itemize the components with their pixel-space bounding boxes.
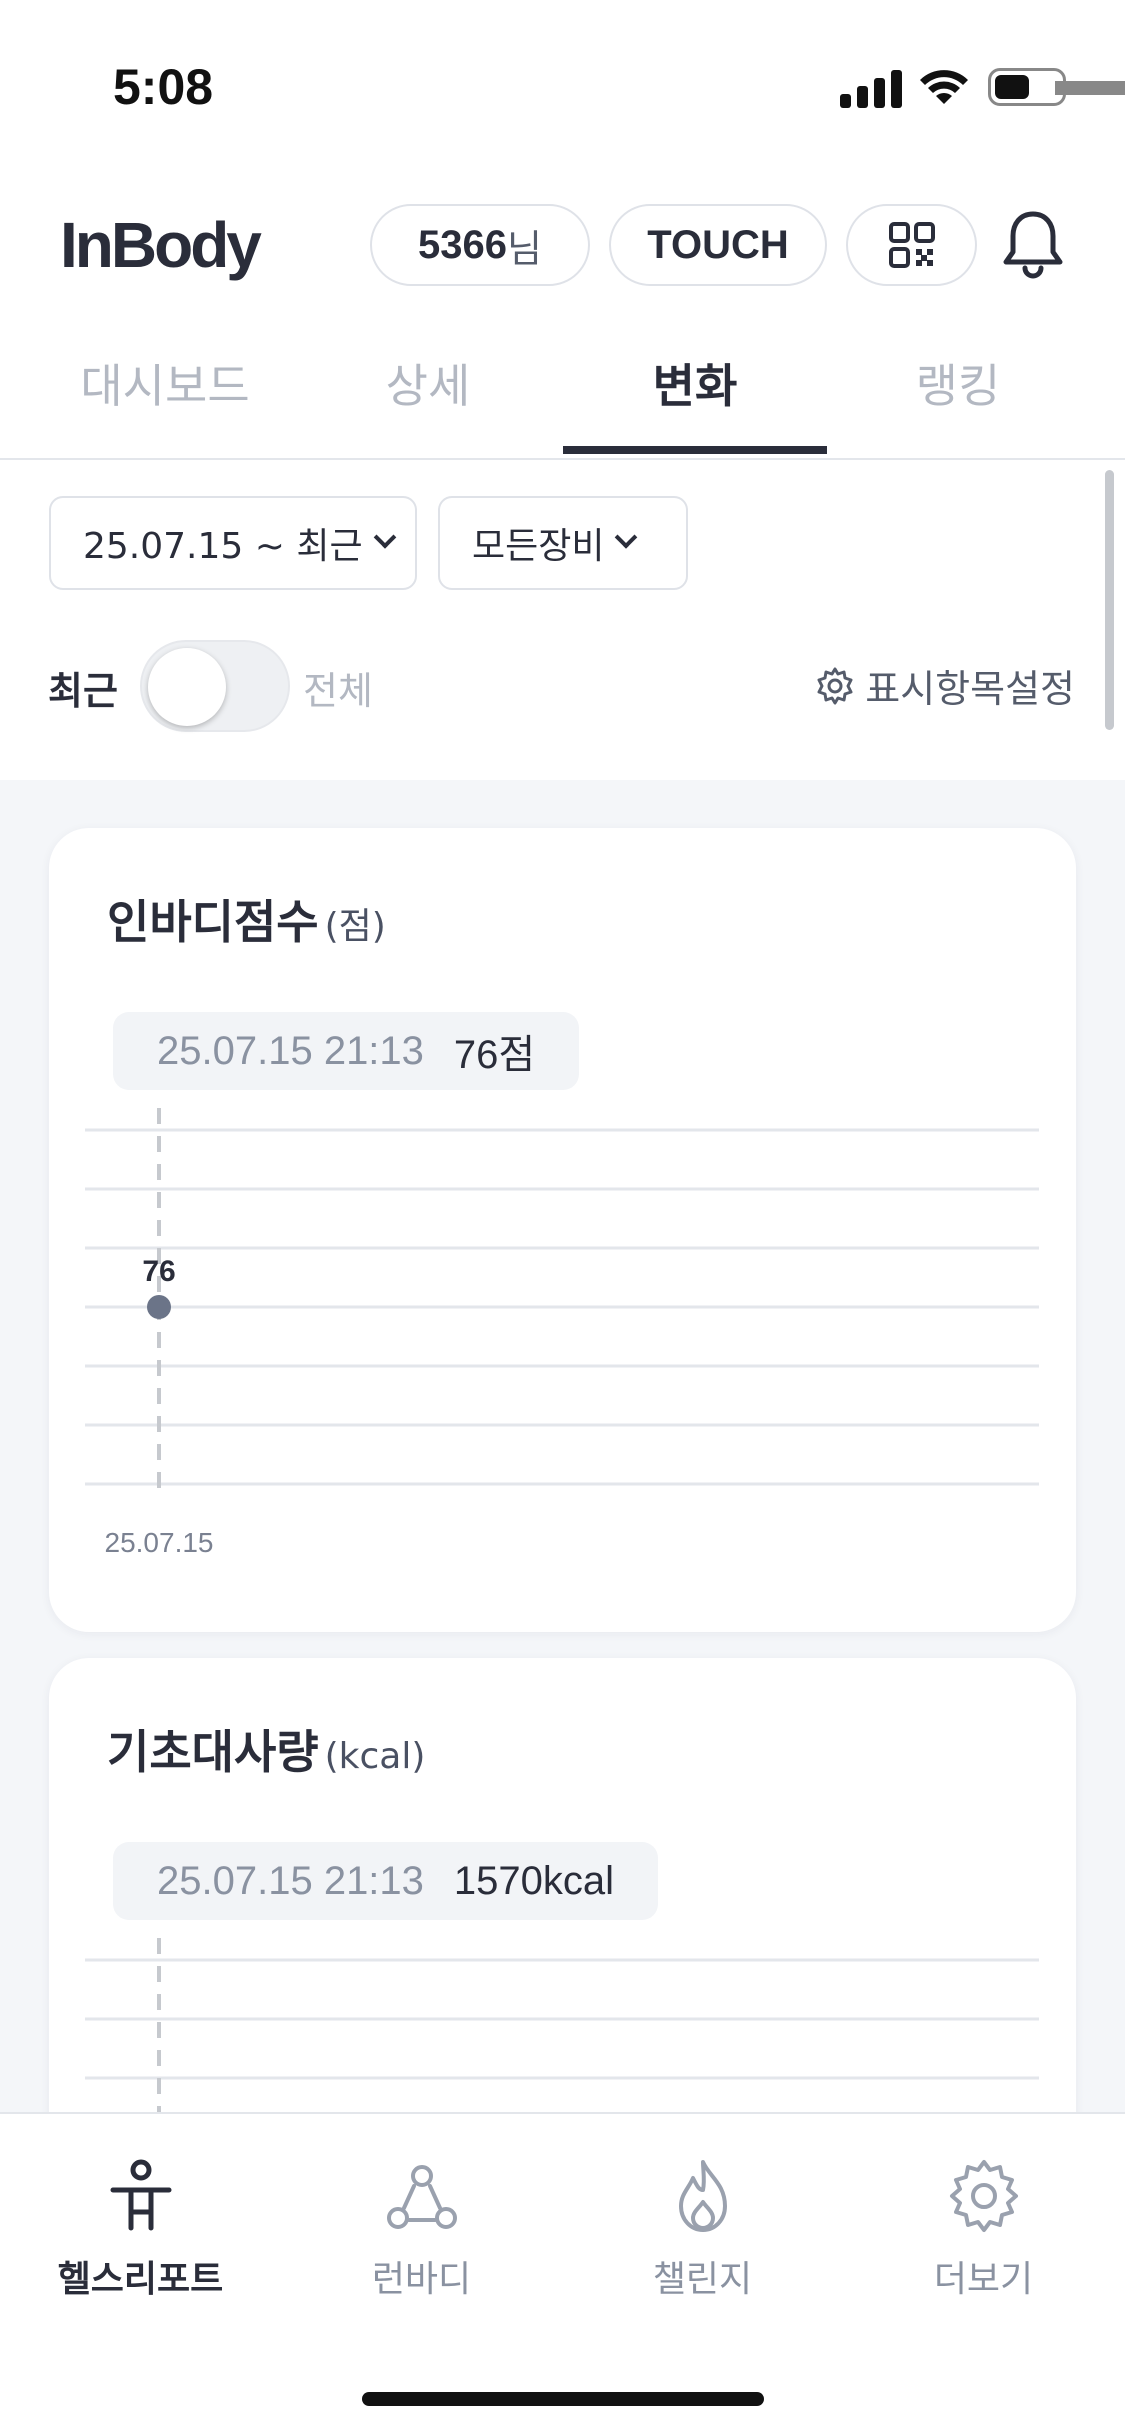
card-title-unit: (kcal)	[324, 1736, 426, 1777]
toggle-label-recent: 최근	[48, 669, 118, 713]
wifi-icon	[920, 70, 968, 104]
nav-label: 챌린지	[652, 2259, 753, 2300]
user-id: 5366	[418, 222, 507, 267]
user-id-button[interactable]: 5366 님	[370, 204, 590, 286]
chevron-down-icon	[373, 526, 396, 549]
recent-all-toggle[interactable]	[140, 640, 290, 732]
data-point[interactable]	[147, 1295, 171, 1319]
touch-button[interactable]: TOUCH	[609, 204, 827, 286]
tooltip-date: 25.07.15 21:13	[157, 1858, 424, 1903]
signal-icon	[840, 68, 902, 108]
device-dropdown[interactable]: 모든장비	[438, 496, 688, 590]
nav-runbody[interactable]: 런바디	[281, 2156, 562, 2302]
nav-label: 더보기	[933, 2259, 1034, 2300]
scrollbar[interactable]	[1105, 470, 1114, 730]
bottom-navigation: 헬스리포트 런바디 챌린지 더보기	[0, 2112, 1125, 2436]
chart-tooltip: 25.07.15 21:13 1570kcal	[113, 1842, 659, 1920]
toggle-knob	[148, 648, 226, 726]
chart-tooltip: 25.07.15 21:13 76점	[113, 1012, 580, 1090]
display-settings-button[interactable]: 표시항목설정	[815, 658, 1075, 713]
status-time: 5:08	[113, 59, 214, 115]
battery-icon	[988, 68, 1125, 106]
card-title: 인바디점수 (점)	[107, 886, 386, 952]
x-tick-label: 25.07.15	[105, 1527, 214, 1558]
nav-label: 런바디	[371, 2259, 472, 2300]
card-title-text: 기초대사량	[107, 1725, 319, 1779]
user-id-suffix: 님	[507, 228, 542, 271]
gear-icon	[949, 2160, 1018, 2232]
display-settings-label: 표시항목설정	[865, 667, 1075, 711]
qr-button[interactable]	[846, 204, 977, 286]
date-range-value: 25.07.15 ~ 최근	[83, 526, 363, 567]
inbody-logo: InBody	[60, 209, 262, 281]
status-bar: 5:08	[0, 0, 1125, 160]
tooltip-date: 25.07.15 21:13	[157, 1028, 424, 1073]
device-value: 모든장비	[472, 526, 605, 567]
card-title: 기초대사량 (kcal)	[107, 1716, 425, 1782]
date-range-dropdown[interactable]: 25.07.15 ~ 최근	[49, 496, 417, 590]
qr-code-icon	[888, 222, 935, 268]
tab-ranking[interactable]: 랭킹	[826, 350, 1090, 416]
data-point-label: 76	[142, 1255, 175, 1288]
nav-label: 헬스리포트	[57, 2259, 224, 2300]
card-title-unit: (점)	[324, 906, 386, 947]
toggle-label-all: 전체	[303, 669, 373, 713]
nav-challenge[interactable]: 챌린지	[562, 2156, 843, 2302]
inbody-score-chart: 76 25.07.15	[85, 1108, 1039, 1558]
tab-dashboard[interactable]: 대시보드	[33, 350, 297, 416]
flame-icon	[678, 2160, 727, 2232]
tab-change[interactable]: 변화	[563, 350, 827, 416]
card-title-text: 인바디점수	[107, 895, 319, 949]
tooltip-value: 1570kcal	[453, 1858, 615, 1903]
active-tab-indicator	[563, 446, 827, 454]
inbody-score-card: 인바디점수 (점) 25.07.15 21:13 76점 76 25.07.15	[49, 828, 1076, 1632]
person-icon	[110, 2159, 171, 2231]
app-header: InBody 5366 님 TOUCH	[0, 160, 1125, 330]
home-indicator[interactable]	[362, 2392, 764, 2406]
nav-health-report[interactable]: 헬스리포트	[0, 2156, 281, 2302]
bell-icon[interactable]	[1000, 208, 1066, 280]
chevron-down-icon	[615, 526, 638, 549]
filter-bar: 25.07.15 ~ 최근 모든장비 최근 전체 표시항목설정	[0, 460, 1125, 780]
runbody-icon	[386, 2165, 457, 2229]
tab-detail[interactable]: 상세	[296, 350, 560, 416]
tab-bar: 대시보드 상세 변화 랭킹	[0, 330, 1125, 460]
nav-more[interactable]: 더보기	[843, 2156, 1124, 2302]
tooltip-value: 76점	[453, 1033, 536, 1077]
gear-icon	[817, 667, 853, 704]
